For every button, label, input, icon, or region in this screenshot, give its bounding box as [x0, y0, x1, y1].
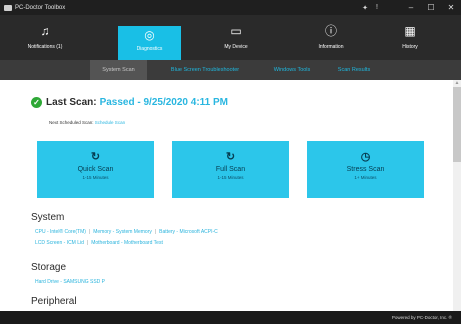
close-button[interactable]: ✕: [441, 0, 461, 15]
device-link-memory[interactable]: Memory - System Memory: [93, 229, 152, 235]
scan-duration: 1-15 Minutes: [217, 175, 244, 180]
scrollbar-thumb[interactable]: [453, 87, 461, 162]
next-scheduled-scan: Next Scheduled Scan: Schedule Scan: [49, 120, 125, 125]
bell-icon: ♫: [40, 24, 50, 38]
tab-system-scan[interactable]: System Scan: [90, 60, 147, 80]
sub-nav: System Scan Blue Screen Troubleshooter W…: [0, 60, 461, 80]
nav-item-diagnostics[interactable]: ◎ Diagnostics: [118, 26, 181, 60]
maximize-button[interactable]: ☐: [421, 0, 441, 15]
nav-item-label: Diagnostics: [136, 46, 163, 52]
pin-icon[interactable]: ✦: [359, 4, 371, 12]
system-section-title: System: [31, 212, 65, 223]
scan-name: Full Scan: [215, 166, 246, 173]
nav-item-information[interactable]: ⓘ Information: [306, 24, 356, 60]
powered-by-text: Powered by PC-Doctor, Inc. ®: [391, 315, 452, 320]
tab-windows-tools[interactable]: Windows Tools: [262, 60, 322, 80]
device-link-hard-drive[interactable]: Hard Drive - SAMSUNG SSD P: [35, 279, 105, 285]
calendar-icon: ▦: [404, 24, 416, 38]
quick-scan-button[interactable]: ↻ Quick Scan 1-15 Minutes: [37, 141, 154, 198]
title-bar: PC-Doctor Toolbox ✦ ! – ☐ ✕: [0, 0, 461, 15]
nav-item-label: Notifications (1): [27, 44, 63, 50]
last-scan-label: Last Scan:: [46, 97, 97, 108]
monitor-icon: ▭: [230, 24, 242, 38]
refresh-icon: ↻: [225, 151, 236, 163]
full-scan-button[interactable]: ↻ Full Scan 1-15 Minutes: [172, 141, 289, 198]
tab-blue-screen-troubleshooter[interactable]: Blue Screen Troubleshooter: [155, 60, 255, 80]
last-scan-value: Passed - 9/25/2020 4:11 PM: [99, 97, 228, 108]
scan-duration: 1-15 Minutes: [82, 175, 109, 180]
device-link-lcd[interactable]: LCD Screen - ICM Lid: [35, 240, 84, 246]
main-nav: ♫ Notifications (1) ◎ Diagnostics ▭ My D…: [0, 15, 461, 60]
app-logo-icon: [4, 4, 12, 11]
nav-item-my-device[interactable]: ▭ My Device: [211, 24, 261, 60]
nav-item-notifications[interactable]: ♫ Notifications (1): [17, 24, 73, 60]
pc-doctor-window: PC-Doctor Toolbox ✦ ! – ☐ ✕ ♫ Notificati…: [0, 0, 461, 324]
nav-item-history[interactable]: ▦ History: [390, 24, 430, 60]
app-title: PC-Doctor Toolbox: [15, 4, 66, 11]
peripheral-section-title: Peripheral: [31, 296, 77, 307]
footer: Powered by PC-Doctor, Inc. ®: [0, 311, 461, 324]
device-link-cpu[interactable]: CPU - Intel® Core(TM): [35, 229, 86, 235]
separator: |: [88, 229, 91, 235]
timer-icon: ◷: [360, 151, 371, 163]
info-icon[interactable]: !: [371, 4, 383, 11]
system-line-1: CPU - Intel® Core(TM) | Memory - System Me…: [35, 229, 218, 235]
title-bar-controls: ✦ ! – ☐ ✕: [359, 0, 461, 15]
last-scan-status: ✓ Last Scan: Passed - 9/25/2020 4:11 PM: [31, 97, 228, 108]
separator: |: [86, 240, 89, 246]
storage-line-1: Hard Drive - SAMSUNG SSD P: [35, 279, 105, 285]
scan-name: Stress Scan: [346, 166, 385, 173]
device-link-battery[interactable]: Battery - Microsoft ACPI-C: [159, 229, 218, 235]
storage-section-title: Storage: [31, 262, 67, 273]
nav-item-label: History: [402, 44, 418, 50]
schedule-scan-link[interactable]: Schedule Scan: [95, 120, 125, 125]
check-circle-icon: ✓: [31, 97, 42, 108]
refresh-icon: ↻: [90, 151, 101, 163]
next-scan-label: Next Scheduled Scan:: [49, 120, 94, 125]
diagnostics-icon: ◎: [144, 28, 155, 42]
device-link-motherboard[interactable]: Motherboard - Motherboard Test: [91, 240, 163, 246]
scan-duration: 1+ Minutes: [354, 175, 377, 180]
separator: |: [154, 229, 157, 235]
minimize-button[interactable]: –: [401, 0, 421, 15]
nav-item-label: Information: [318, 44, 344, 50]
nav-item-label: My Device: [224, 44, 248, 50]
info-circle-icon: ⓘ: [324, 24, 337, 38]
scroll-up-arrow-icon[interactable]: ▲: [453, 80, 461, 86]
stress-scan-button[interactable]: ◷ Stress Scan 1+ Minutes: [307, 141, 424, 198]
tab-scan-results[interactable]: Scan Results: [328, 60, 380, 80]
scan-name: Quick Scan: [77, 166, 114, 173]
system-line-2: LCD Screen - ICM Lid | Motherboard - Mothe…: [35, 240, 163, 246]
